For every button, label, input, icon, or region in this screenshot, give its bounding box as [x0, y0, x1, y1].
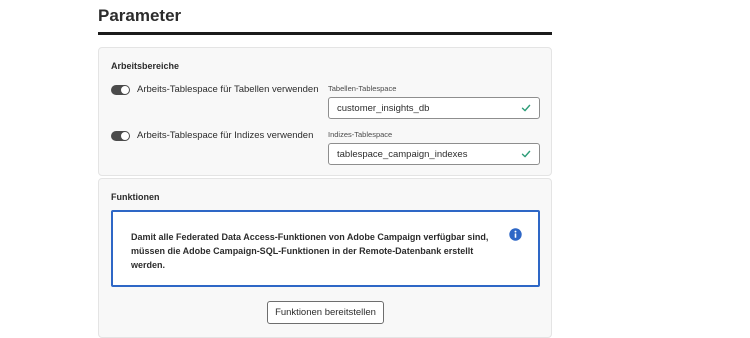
index-tablespace-input[interactable] — [337, 148, 521, 160]
index-tablespace-field[interactable] — [328, 143, 540, 165]
page-title: Parameter — [98, 6, 182, 25]
table-tablespace-label: Tabellen-Tablespace — [328, 84, 397, 93]
info-message-box: Damit alle Federated Data Access-Funktio… — [111, 210, 540, 287]
table-tablespace-input[interactable] — [337, 102, 521, 114]
deploy-functions-button[interactable]: Funktionen bereitstellen — [267, 301, 384, 324]
info-message-text: Damit alle Federated Data Access-Funktio… — [131, 232, 489, 270]
title-underline — [98, 32, 552, 35]
toggle-table-tablespace-label: Arbeits-Tablespace für Tabellen verwende… — [137, 84, 319, 95]
table-tablespace-field[interactable] — [328, 97, 540, 119]
functions-panel: Funktionen Damit alle Federated Data Acc… — [98, 178, 552, 338]
workspaces-section-title: Arbeitsbereiche — [111, 61, 180, 71]
index-tablespace-label: Indizes-Tablespace — [328, 130, 393, 139]
functions-section-title: Funktionen — [111, 192, 160, 202]
toggle-index-tablespace-label: Arbeits-Tablespace für Indizes verwenden — [137, 130, 314, 141]
workspaces-panel: Arbeitsbereiche Arbeits-Tablespace für T… — [98, 47, 552, 176]
table-tablespace-switch[interactable] — [111, 84, 130, 95]
checkmark-icon — [521, 104, 531, 112]
info-icon — [509, 228, 522, 241]
index-tablespace-switch[interactable] — [111, 130, 130, 141]
toggle-index-tablespace[interactable]: Arbeits-Tablespace für Indizes verwenden — [111, 130, 313, 141]
toggle-table-tablespace[interactable]: Arbeits-Tablespace für Tabellen verwende… — [111, 84, 319, 95]
checkmark-icon — [521, 150, 531, 158]
